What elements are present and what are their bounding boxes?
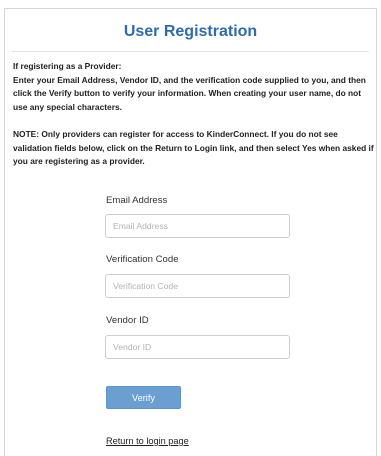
instructions-spacer [13, 114, 375, 128]
instructions-heading: If registering as a Provider: [13, 61, 122, 71]
return-to-login-link[interactable]: Return to login page [106, 436, 189, 446]
vendor-id-field[interactable] [105, 335, 290, 359]
vendor-id-label: Vendor ID [106, 315, 149, 326]
email-field[interactable] [105, 214, 290, 238]
email-label: Email Address [106, 195, 168, 206]
instructions: If registering as a Provider: Enter your… [13, 60, 375, 169]
instructions-note: NOTE: Only providers can register for ac… [13, 128, 374, 167]
verification-code-field[interactable] [105, 274, 290, 298]
registration-panel: User Registration If registering as a Pr… [4, 8, 377, 456]
verification-code-label: Verification Code [106, 254, 179, 265]
verify-button[interactable]: Verify [106, 386, 181, 409]
instructions-body: Enter your Email Address, Vendor ID, and… [13, 74, 366, 112]
title-divider [12, 51, 369, 52]
page-title: User Registration [123, 23, 258, 40]
